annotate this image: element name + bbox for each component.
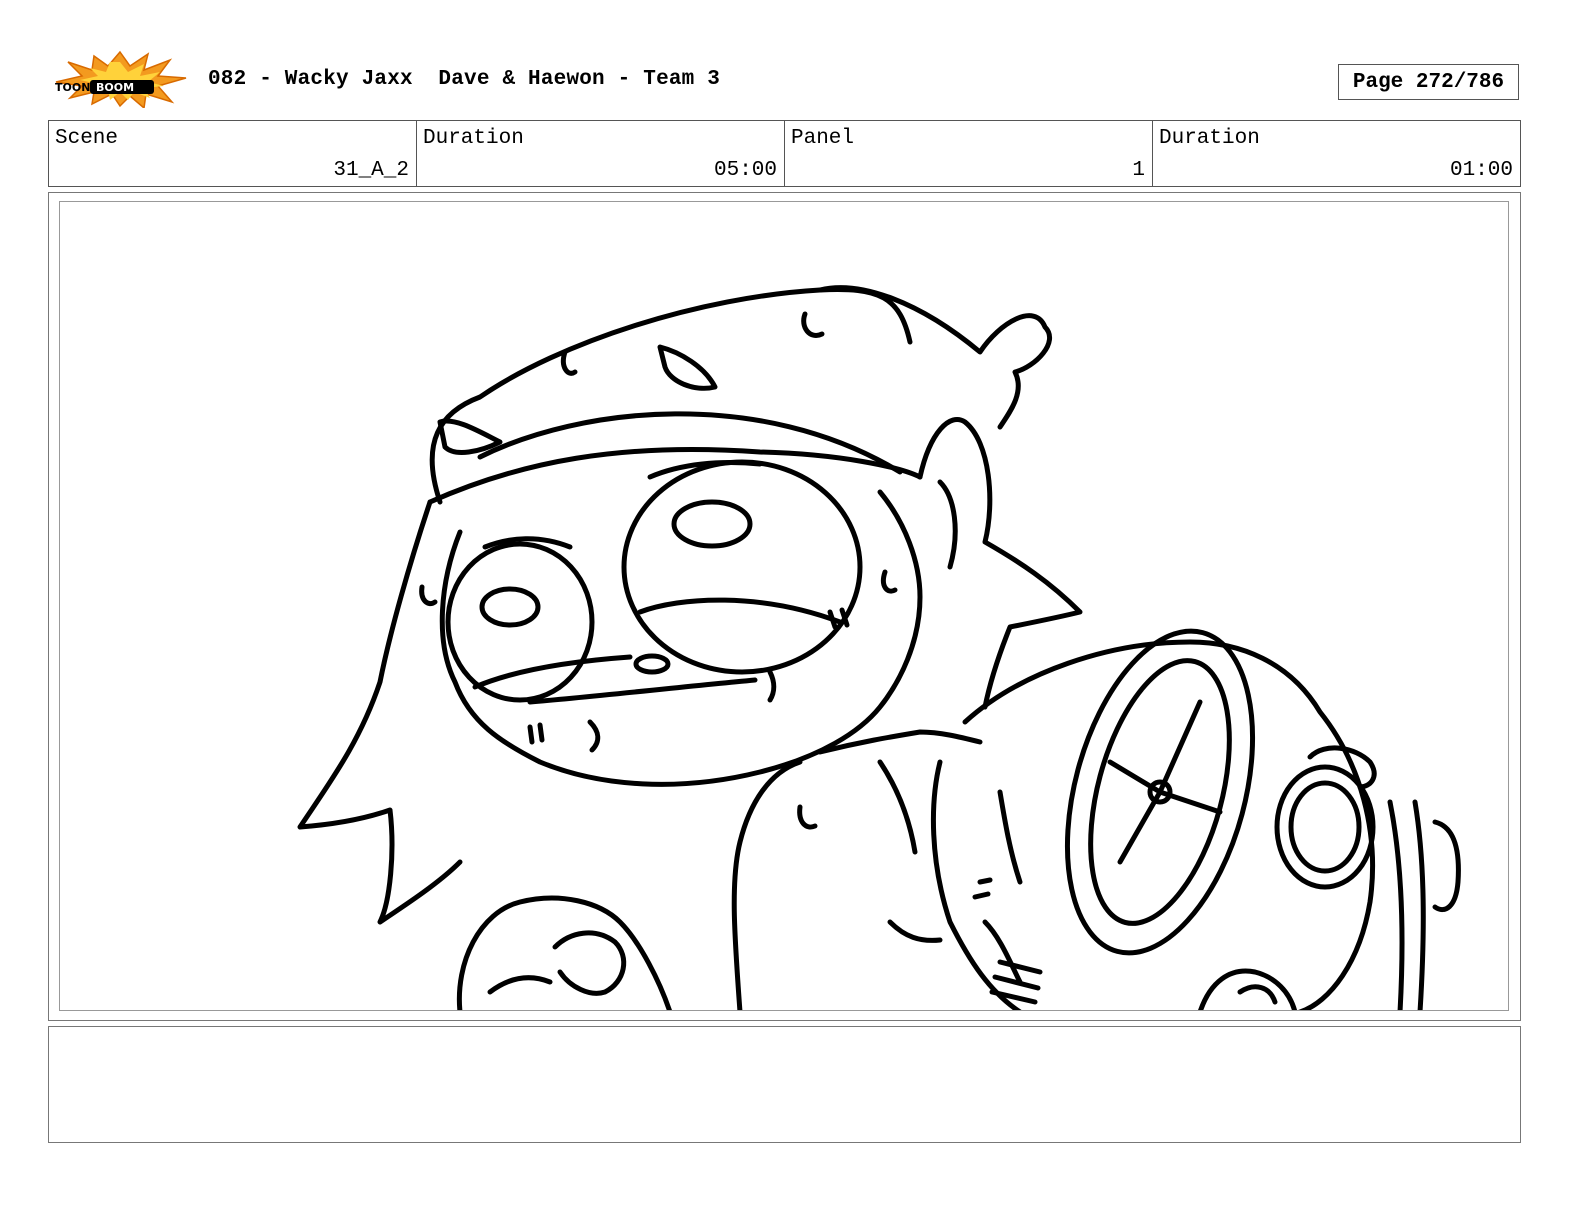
- scene-label: Scene: [55, 127, 119, 150]
- scene-duration-value: 05:00: [713, 159, 777, 182]
- panel-duration-cell: Duration 01:00: [1153, 121, 1520, 186]
- document-title: 082 - Wacky Jaxx Dave & Haewon - Team 3: [208, 68, 721, 91]
- scene-info-row: Scene 31_A_2 Duration 05:00 Panel 1 Dura…: [48, 120, 1521, 187]
- panel-label: Panel: [791, 127, 855, 150]
- scene-value: 31_A_2: [333, 159, 409, 182]
- toonboom-logo: TOON BOOM: [52, 50, 188, 110]
- scene-cell: Scene 31_A_2: [49, 121, 417, 186]
- panel-value: 1: [1132, 159, 1145, 182]
- scene-duration-cell: Duration 05:00: [417, 121, 785, 186]
- scene-duration-label: Duration: [423, 127, 524, 150]
- panel-cell: Panel 1: [785, 121, 1153, 186]
- panel-duration-label: Duration: [1159, 127, 1260, 150]
- character-sketch-drawing: [297, 285, 1461, 1010]
- svg-text:BOOM: BOOM: [96, 81, 134, 94]
- svg-text:TOON: TOON: [55, 81, 90, 94]
- panel-notes-box: [48, 1026, 1521, 1143]
- panel-duration-value: 01:00: [1449, 159, 1513, 182]
- page-counter: Page 272/786: [1338, 64, 1519, 100]
- panel-frame: [48, 192, 1521, 1021]
- panel-image-area: [59, 201, 1509, 1011]
